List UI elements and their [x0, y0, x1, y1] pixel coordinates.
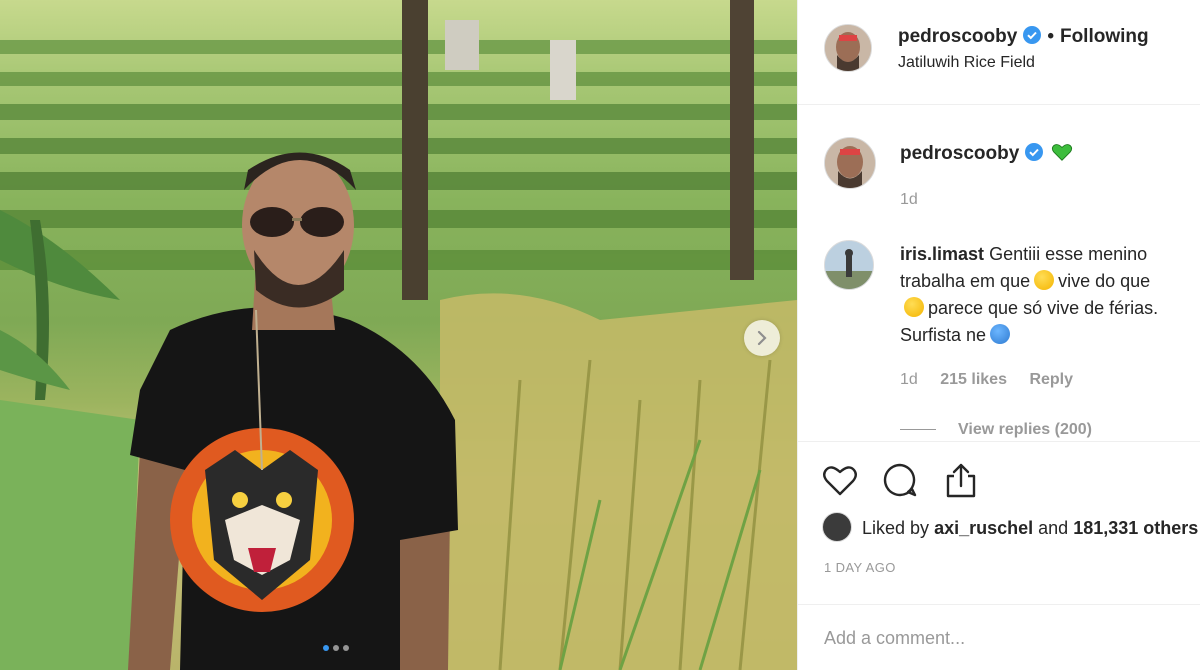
carousel-indicator: [323, 645, 349, 651]
view-replies-label: View replies (200): [958, 421, 1092, 438]
verified-badge-icon: [1025, 143, 1044, 161]
avatar-image: [825, 138, 875, 188]
caption-username[interactable]: pedroscooby: [900, 143, 1019, 164]
caption-time: 1d: [900, 191, 918, 208]
separator-dot: •: [1047, 26, 1054, 47]
avatar-image: [825, 241, 873, 289]
caption-author-avatar[interactable]: [824, 137, 876, 189]
comment-meta: 1d 215 likes Reply: [900, 371, 1091, 389]
post-location[interactable]: Jatiluwih Rice Field: [898, 54, 1035, 72]
comment-body: iris.limast Gentiii esse menino trabalha…: [900, 241, 1200, 349]
add-comment-input[interactable]: [822, 621, 1186, 655]
post-side-panel: pedroscooby • Following Jatiluwih Rice Fie…: [797, 0, 1200, 670]
carousel-dot: [333, 645, 339, 651]
view-replies-button[interactable]: View replies (200): [900, 421, 1092, 439]
liker-avatar[interactable]: [822, 512, 852, 542]
commenter-avatar[interactable]: [824, 240, 874, 290]
following-button[interactable]: Following: [1060, 26, 1149, 47]
carousel-next-button[interactable]: [744, 320, 780, 356]
comment-bubble-icon: [883, 463, 917, 497]
reply-button[interactable]: Reply: [1029, 371, 1073, 388]
comment-text-line-3: parece que só vive de férias.: [928, 298, 1159, 318]
carousel-dot: [343, 645, 349, 651]
chevron-right-icon: [757, 330, 767, 346]
surfer-emoji-icon: [990, 324, 1011, 344]
carousel-dot: [323, 645, 329, 651]
post-date: 1 DAY AGO: [824, 560, 896, 575]
green-heart-emoji-icon: [1052, 144, 1073, 161]
avatar-image: [825, 25, 871, 71]
photo-scene: [0, 0, 797, 670]
comment-likes[interactable]: 215 likes: [940, 371, 1007, 388]
liked-by-summary[interactable]: Liked by axi_ruschel and 181,331 others: [822, 512, 1198, 542]
share-button[interactable]: [941, 460, 981, 500]
comment-button[interactable]: [880, 460, 920, 500]
author-username[interactable]: pedroscooby: [898, 26, 1017, 47]
thinking-emoji-icon: [1034, 270, 1055, 290]
add-comment-bar: [798, 604, 1200, 671]
post-header: pedroscooby • Following Jatiluwih Rice Fie…: [798, 0, 1200, 105]
caption: pedroscooby: [900, 141, 1073, 165]
share-icon: [946, 463, 976, 498]
commenter-username[interactable]: iris.limast: [900, 244, 984, 264]
post-photo[interactable]: [0, 0, 797, 670]
comment-text-line-4: Surfista ne: [900, 325, 987, 345]
liked-by-user[interactable]: axi_ruschel: [934, 518, 1033, 538]
author-line: pedroscooby • Following: [898, 26, 1149, 48]
comment-text-line-2a: trabalha em que: [900, 271, 1031, 291]
action-bar: [798, 441, 1200, 522]
liked-by-and: and: [1038, 518, 1069, 538]
comment-text-line-2b: vive do que: [1058, 271, 1151, 291]
author-avatar[interactable]: [824, 24, 872, 72]
comment-text-line-1: Gentiii esse menino: [989, 244, 1148, 264]
heart-outline-icon: [823, 466, 857, 496]
like-button[interactable]: [820, 460, 860, 500]
comments-section[interactable]: pedroscooby 1d iris.limast Gentiii esse …: [798, 105, 1200, 441]
thinking-emoji-icon: [904, 297, 924, 317]
divider-line: [900, 429, 936, 431]
comment-time: 1d: [900, 371, 918, 388]
liked-by-prefix: Liked by: [862, 518, 930, 538]
verified-badge-icon: [1023, 26, 1042, 44]
liked-by-count[interactable]: 181,331 others: [1073, 518, 1198, 538]
